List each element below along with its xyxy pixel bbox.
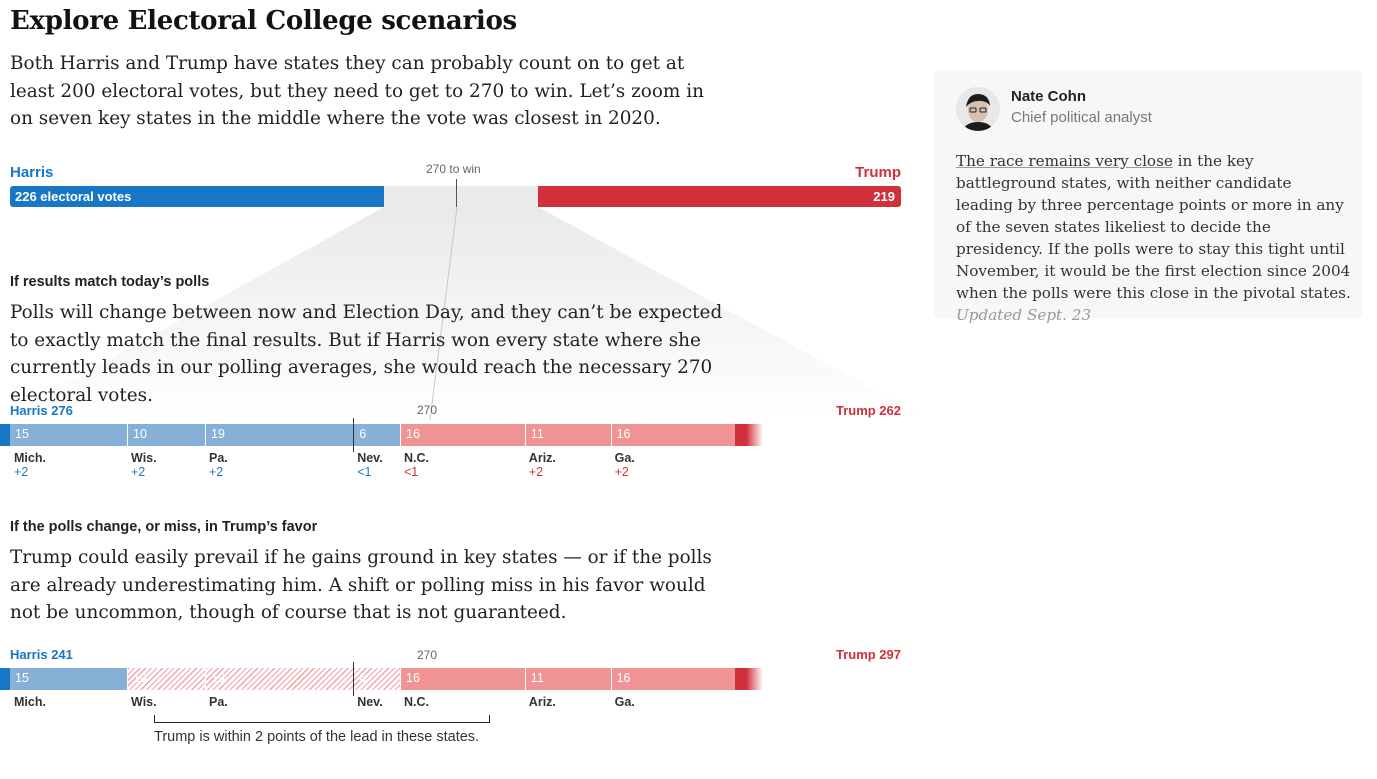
state-segment: 6: [353, 668, 400, 690]
state-ev: 19: [211, 427, 225, 441]
scenario-polls-threshold: 270: [417, 403, 438, 417]
analyst-card: Nate Cohn Chief political analyst The ra…: [934, 70, 1362, 324]
state-ev: 16: [406, 427, 420, 441]
state-ev: 11: [530, 671, 544, 685]
threshold-marker: [353, 662, 355, 696]
state-ev: 16: [616, 427, 631, 441]
state-segment: 16: [400, 424, 525, 446]
state-name: N.C.: [404, 451, 429, 465]
state-ev: 15: [15, 671, 29, 685]
state-name: Pa.: [209, 695, 228, 709]
state-segment: 15: [10, 668, 127, 690]
state-segment: 6: [353, 424, 400, 446]
scenario-shift-heading: If the polls change, or miss, in Trump’s…: [10, 519, 318, 535]
tossup-main-bar: [384, 186, 538, 207]
state-segment: 11: [524, 424, 611, 446]
scenario-shift-trump-total: Trump 297: [835, 647, 901, 662]
author-title: Chief political analyst: [1011, 109, 1152, 126]
state-margin: +2: [14, 465, 29, 479]
state-segment: 16: [610, 668, 736, 690]
state-name: Mich.: [14, 695, 46, 709]
state-name: Wis.: [131, 695, 157, 709]
state-segment: 10: [127, 424, 205, 446]
state-ev: 11: [530, 427, 544, 441]
scenario-polls-harris-total: Harris 276: [10, 403, 73, 418]
state-segment: 16: [400, 668, 525, 690]
scenario-shift-threshold: 270: [417, 648, 438, 662]
state-segment: 10: [127, 668, 205, 690]
harris-base-stub: [0, 424, 10, 446]
state-ev: 6: [359, 427, 367, 441]
state-name: Ga.: [614, 451, 635, 465]
state-margin: +2: [131, 465, 146, 479]
state-ev: 19: [211, 671, 225, 685]
state-margin: +2: [209, 465, 224, 479]
state-name: Wis.: [131, 451, 157, 465]
state-name: Mich.: [14, 451, 46, 465]
harris-votes-label: 226 electoral votes: [15, 189, 132, 204]
threshold-marker: [353, 418, 355, 452]
state-segment: 15: [10, 424, 127, 446]
state-margin: <1: [404, 465, 419, 479]
state-ev: 6: [359, 671, 367, 685]
scenario-polls-heading: If results match today’s polls: [10, 274, 210, 290]
state-name: N.C.: [404, 695, 429, 709]
author-name: Nate Cohn: [1011, 88, 1086, 105]
trump-votes-label: 219: [873, 189, 895, 204]
state-name: Pa.: [209, 451, 228, 465]
trump-base-stub: [735, 668, 764, 690]
updated-date: Updated Sept. 23: [956, 306, 1092, 324]
author-avatar: [956, 87, 1000, 131]
scenario-polls-text: Polls will change between now and Electi…: [10, 302, 723, 406]
state-name: Ariz.: [528, 695, 556, 709]
harris-main-bar: 226 electoral votes: [10, 186, 384, 207]
analysis-body: in the key battleground states, with nei…: [956, 152, 1351, 302]
state-segment: 11: [524, 668, 611, 690]
state-segment: 19: [205, 424, 354, 446]
state-segment: 16: [610, 424, 736, 446]
author-portrait-icon: [956, 87, 1000, 131]
state-ev: 16: [406, 671, 420, 685]
state-name: Nev.: [357, 695, 383, 709]
state-name: Ariz.: [528, 451, 556, 465]
bracket: [154, 715, 490, 723]
state-segment: 19: [205, 668, 354, 690]
scenario-shift-harris-total: Harris 241: [10, 647, 73, 662]
state-name: Ga.: [614, 695, 635, 709]
scenario-shift-text: Trump could easily prevail if he gains g…: [10, 547, 712, 623]
state-margin: +2: [528, 465, 544, 479]
trump-base-stub: [735, 424, 764, 446]
state-margin: <1: [357, 465, 372, 479]
state-name: Nev.: [357, 451, 383, 465]
state-ev: 10: [133, 427, 147, 441]
state-ev: 15: [15, 427, 29, 441]
state-ev: 16: [616, 671, 631, 685]
state-margin: +2: [614, 465, 629, 479]
trump-main-bar: 219: [538, 186, 901, 207]
analysis-link[interactable]: The race remains very close: [956, 152, 1173, 170]
analysis-text: The race remains very close in the key b…: [956, 150, 1351, 326]
state-ev: 10: [133, 671, 147, 685]
threshold-line: [456, 179, 457, 207]
scenario-polls-trump-total: Trump 262: [835, 403, 901, 418]
bracket-note: Trump is within 2 points of the lead in …: [154, 729, 480, 745]
harris-base-stub: [0, 668, 10, 690]
